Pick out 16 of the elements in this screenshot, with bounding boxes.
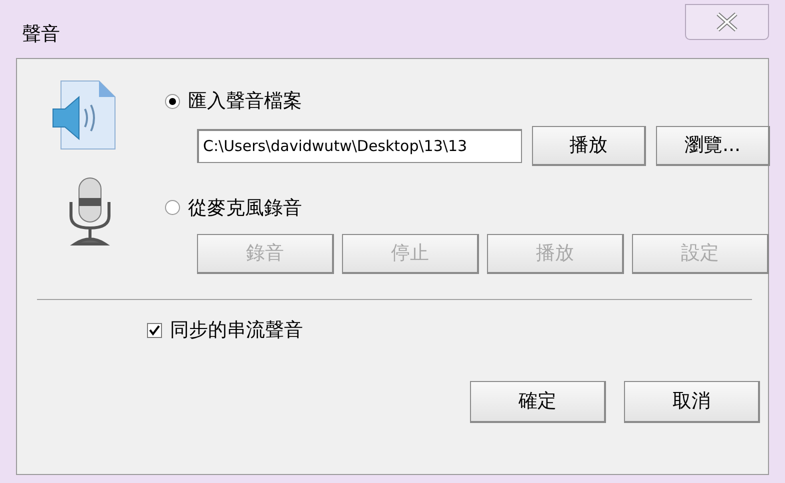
close-icon	[715, 12, 739, 32]
sound-file-icon	[51, 79, 117, 151]
dialog-button[interactable]: 確定	[470, 380, 606, 422]
radio-label: 從麥克風錄音	[188, 196, 302, 220]
checkbox[interactable]	[147, 322, 162, 338]
dialog-button[interactable]: 播放	[532, 126, 646, 166]
microphone-icon	[67, 176, 113, 248]
radio-button[interactable]	[165, 94, 180, 109]
window-title: 聲音	[22, 22, 60, 47]
file-path-field[interactable]: C:\Users\davidwutw\Desktop\13\13	[197, 128, 522, 162]
close-button[interactable]	[685, 4, 769, 40]
dialog-button[interactable]: 瀏覽...	[656, 126, 770, 166]
radio-button[interactable]	[165, 200, 180, 216]
dialog-button[interactable]: 取消	[624, 380, 760, 422]
radio-label: 匯入聲音檔案	[188, 89, 302, 114]
checkbox-label: 同步的串流聲音	[170, 318, 303, 343]
